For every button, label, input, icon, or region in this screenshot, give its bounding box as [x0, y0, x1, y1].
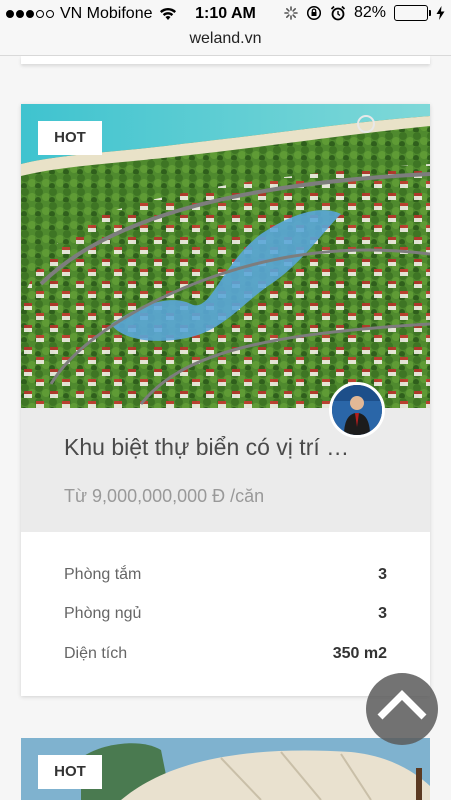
- spec-label: Phòng tắm: [64, 566, 142, 583]
- listing-price: Từ 9,000,000,000 Đ /căn: [64, 486, 265, 506]
- listing-card[interactable]: HOT Khu biệt thự biển có vị trí … Từ 9,0…: [21, 104, 430, 696]
- hot-badge: HOT: [38, 121, 102, 155]
- chevron-up-icon: [377, 690, 427, 720]
- spec-value: 3: [378, 566, 387, 583]
- scroll-to-top-button[interactable]: [366, 673, 438, 745]
- url-text: weland.vn: [189, 30, 262, 47]
- spec-label: Diện tích: [64, 645, 128, 662]
- spec-row-bedrooms: Phòng ngủ 3: [64, 605, 387, 627]
- battery-icon: [394, 5, 431, 21]
- hot-badge: HOT: [38, 755, 102, 789]
- listing-specs: Phòng tắm 3 Phòng ngủ 3 Diện tích 350 m2: [21, 532, 430, 696]
- charging-bolt-icon: [436, 6, 445, 20]
- next-listing-card[interactable]: HOT: [21, 738, 430, 800]
- alarm-icon: [330, 5, 346, 21]
- listing-photo[interactable]: HOT: [21, 104, 430, 408]
- status-right: 82%: [284, 4, 445, 22]
- spec-value: 350 m2: [332, 645, 387, 662]
- status-bar: VN Mobifone 1:10 AM 82%: [0, 0, 451, 28]
- spec-value: 3: [378, 605, 387, 622]
- spec-row-area: Diện tích 350 m2: [64, 645, 387, 667]
- listing-title[interactable]: Khu biệt thự biển có vị trí …: [64, 434, 384, 461]
- url-bar[interactable]: weland.vn: [0, 28, 451, 56]
- agent-avatar[interactable]: [329, 382, 385, 438]
- spec-label: Phòng ngủ: [64, 605, 142, 622]
- spec-row-bathrooms: Phòng tắm 3: [64, 566, 387, 588]
- activity-spinner-icon: [284, 6, 298, 20]
- rotation-lock-icon: [306, 5, 322, 21]
- battery-percent: 82%: [353, 4, 386, 21]
- previous-card-edge: [21, 56, 430, 64]
